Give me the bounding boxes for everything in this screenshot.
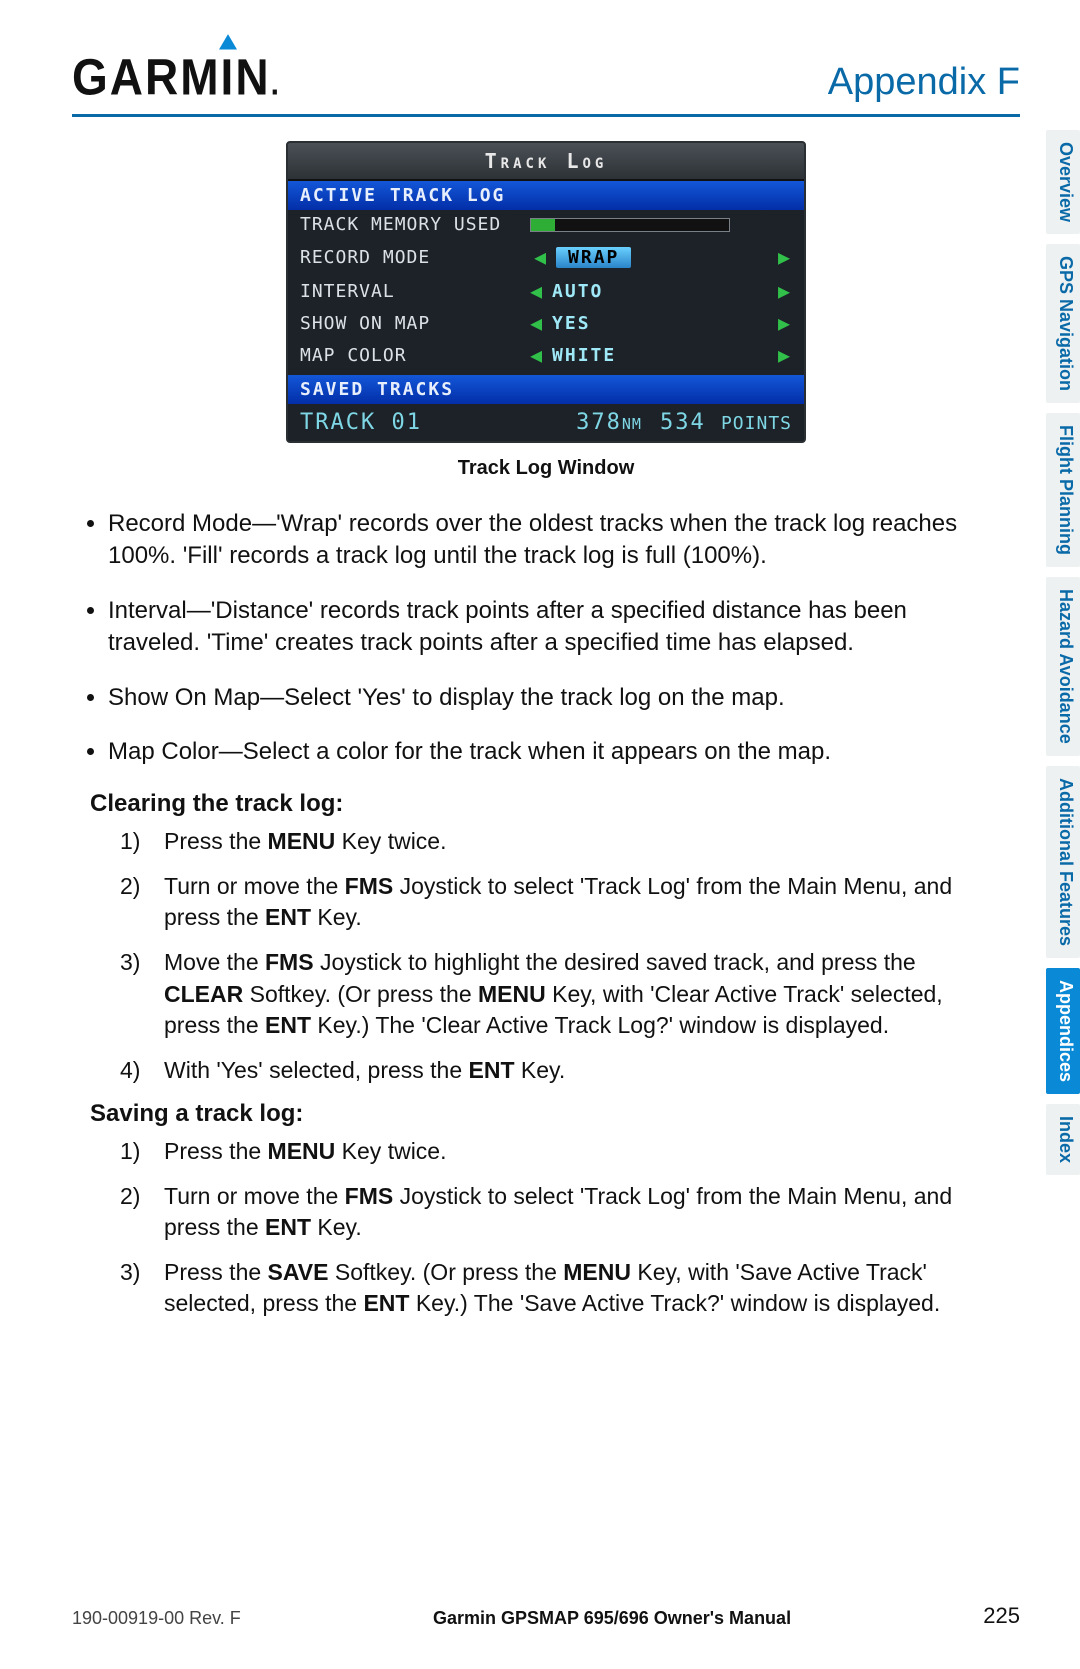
active-track-log-header: ACTIVE TRACK LOG xyxy=(288,181,804,210)
body-content: Record Mode—'Wrap' records over the olde… xyxy=(72,508,1020,1319)
row-record-mode[interactable]: RECORD MODE ◀ WRAP ▶ xyxy=(288,239,804,275)
side-tabs: Overview GPS Navigation Flight Planning … xyxy=(1046,130,1080,1175)
key-name: SAVE xyxy=(268,1259,329,1285)
tab-flight-planning[interactable]: Flight Planning xyxy=(1046,413,1080,567)
page-number: 225 xyxy=(983,1603,1020,1629)
bullet-list: Record Mode—'Wrap' records over the olde… xyxy=(72,508,964,768)
chevron-left-icon[interactable]: ◀ xyxy=(530,279,544,303)
chevron-left-icon[interactable]: ◀ xyxy=(534,245,548,269)
key-name: CLEAR xyxy=(164,981,243,1007)
label-record-mode: RECORD MODE xyxy=(300,247,530,268)
save-steps: Press the MENU Key twice. Turn or move th… xyxy=(72,1136,964,1319)
logo-text: GARMIN. xyxy=(72,47,281,106)
points-label: Points xyxy=(721,413,792,434)
bullet-item: Interval—'Distance' records track points… xyxy=(108,595,964,660)
screenshot-figure: Track Log ACTIVE TRACK LOG TRACK MEMORY … xyxy=(72,141,1020,480)
section-title: Appendix F xyxy=(828,61,1020,104)
tab-gps-navigation[interactable]: GPS Navigation xyxy=(1046,244,1080,403)
tab-additional-features[interactable]: Additional Features xyxy=(1046,766,1080,958)
key-name: MENU xyxy=(268,828,336,854)
bullet-item: Map Color—Select a color for the track w… xyxy=(108,736,964,768)
chevron-left-icon[interactable]: ◀ xyxy=(530,311,544,335)
label-map-color: MAP COLOR xyxy=(300,345,530,366)
tab-overview[interactable]: Overview xyxy=(1046,130,1080,234)
row-track-memory: TRACK MEMORY USED xyxy=(288,210,804,239)
figure-caption: Track Log Window xyxy=(458,457,635,480)
label-show-on-map: SHOW ON MAP xyxy=(300,313,530,334)
distance-units: NM xyxy=(622,415,642,433)
step-item: With 'Yes' selected, press the ENT Key. xyxy=(120,1055,964,1086)
key-name: ENT xyxy=(265,1214,311,1240)
chevron-right-icon[interactable]: ▶ xyxy=(778,311,792,335)
track-log-window: Track Log ACTIVE TRACK LOG TRACK MEMORY … xyxy=(286,141,806,443)
key-name: ENT xyxy=(469,1057,515,1083)
row-show-on-map[interactable]: SHOW ON MAP ◀ YES ▶ xyxy=(288,307,804,339)
key-name: ENT xyxy=(265,904,311,930)
label-track-memory: TRACK MEMORY USED xyxy=(300,214,530,235)
heading-clearing: Clearing the track log: xyxy=(90,790,964,818)
label-interval: INTERVAL xyxy=(300,281,530,302)
bullet-item: Record Mode—'Wrap' records over the olde… xyxy=(108,508,964,573)
chevron-left-icon[interactable]: ◀ xyxy=(530,343,544,367)
step-item: Turn or move the FMS Joystick to select … xyxy=(120,871,964,933)
saved-track-distance: 378 xyxy=(576,410,622,435)
value-record-mode: WRAP xyxy=(556,247,631,268)
page-footer: 190-00919-00 Rev. F Garmin GPSMAP 695/69… xyxy=(72,1603,1020,1629)
garmin-logo: GARMIN. xyxy=(72,50,281,104)
memory-meter xyxy=(530,218,730,232)
page-header: GARMIN. Appendix F xyxy=(72,50,1020,104)
chevron-right-icon[interactable]: ▶ xyxy=(778,279,792,303)
saved-track-row[interactable]: TRACK 01 378NM 534 Points xyxy=(288,404,804,441)
row-interval[interactable]: INTERVAL ◀ AUTO ▶ xyxy=(288,275,804,307)
value-interval: AUTO xyxy=(552,281,603,302)
header-rule xyxy=(72,114,1020,117)
key-name: FMS xyxy=(345,873,394,899)
value-map-color: WHITE xyxy=(552,345,616,366)
row-map-color[interactable]: MAP COLOR ◀ WHITE ▶ xyxy=(288,339,804,371)
step-item: Move the FMS Joystick to highlight the d… xyxy=(120,947,964,1040)
tab-hazard-avoidance[interactable]: Hazard Avoidance xyxy=(1046,577,1080,756)
bullet-item: Show On Map—Select 'Yes' to display the … xyxy=(108,682,964,714)
key-name: MENU xyxy=(478,981,546,1007)
value-show-on-map: YES xyxy=(552,313,591,334)
key-name: ENT xyxy=(265,1012,311,1038)
clear-steps: Press the MENU Key twice. Turn or move th… xyxy=(72,826,964,1085)
step-item: Press the MENU Key twice. xyxy=(120,1136,964,1167)
saved-track-points: 534 xyxy=(660,410,706,435)
heading-saving: Saving a track log: xyxy=(90,1100,964,1128)
step-item: Turn or move the FMS Joystick to select … xyxy=(120,1181,964,1243)
chevron-right-icon[interactable]: ▶ xyxy=(778,343,792,367)
saved-track-name: TRACK 01 xyxy=(300,410,558,435)
manual-title: Garmin GPSMAP 695/696 Owner's Manual xyxy=(433,1608,791,1629)
tab-appendices[interactable]: Appendices xyxy=(1046,968,1080,1094)
tab-index[interactable]: Index xyxy=(1046,1104,1080,1175)
key-name: FMS xyxy=(265,949,314,975)
key-name: MENU xyxy=(268,1138,336,1164)
key-name: ENT xyxy=(363,1290,409,1316)
key-name: MENU xyxy=(563,1259,631,1285)
chevron-right-icon[interactable]: ▶ xyxy=(778,245,792,269)
step-item: Press the SAVE Softkey. (Or press the ME… xyxy=(120,1257,964,1319)
step-item: Press the MENU Key twice. xyxy=(120,826,964,857)
key-name: FMS xyxy=(345,1183,394,1209)
window-title: Track Log xyxy=(288,143,804,181)
saved-tracks-header: SAVED TRACKS xyxy=(288,375,804,404)
revision-text: 190-00919-00 Rev. F xyxy=(72,1608,241,1629)
